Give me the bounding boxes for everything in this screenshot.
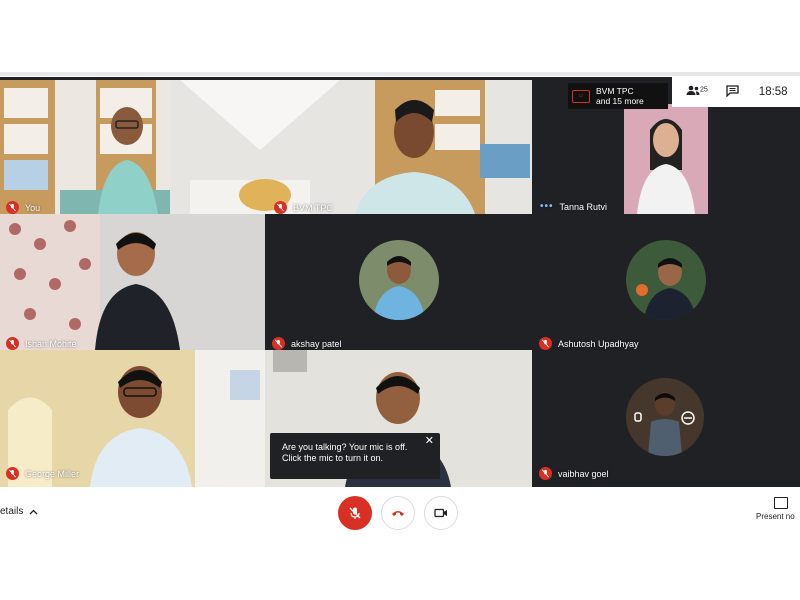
video-tile-ishan-mohite[interactable] — [0, 214, 265, 350]
video-tile-akshay-patel[interactable] — [265, 214, 532, 350]
video-feed — [0, 80, 170, 214]
mic-off-icon — [349, 507, 361, 519]
video-feed — [0, 214, 265, 350]
presenting-badge[interactable]: ▭ BVM TPC and 15 more — [568, 83, 668, 109]
chat-button[interactable] — [726, 84, 739, 100]
leave-call-button[interactable] — [381, 496, 415, 530]
participant-label: Ashutosh Upadhyay — [539, 337, 639, 350]
video-tile-you[interactable] — [0, 80, 170, 214]
mic-off-icon — [6, 337, 19, 350]
participant-label: vaibhav goel — [539, 467, 609, 480]
presenter-more: and 15 more — [596, 96, 644, 106]
details-label: etails — [0, 506, 24, 517]
mic-off-icon — [274, 201, 287, 214]
presenter-name: BVM TPC — [596, 86, 634, 96]
avatar — [359, 240, 439, 320]
participant-name: George Miller — [25, 468, 80, 479]
participant-label: George Miller — [6, 467, 79, 480]
clock: 18:58 — [758, 86, 788, 98]
video-tile-ashutosh-upadhyay[interactable] — [532, 214, 800, 350]
speaking-indicator-icon: ••• — [540, 201, 554, 212]
participant-name: Ishan Mohite — [25, 338, 77, 349]
participant-label: ••• Tanna Rutvi — [540, 201, 607, 212]
people-button[interactable]: 25 — [686, 85, 708, 99]
present-icon — [774, 497, 788, 509]
mic-off-icon — [272, 337, 285, 350]
participant-count: 25 — [700, 86, 708, 94]
participant-label: You — [6, 201, 40, 214]
hangup-icon — [392, 511, 404, 516]
control-bar: etails Present no — [0, 487, 800, 539]
chat-icon — [726, 84, 739, 98]
close-icon[interactable]: ✕ — [425, 436, 434, 447]
participant-label: akshay patel — [272, 337, 342, 350]
participant-name: Ashutosh Upadhyay — [558, 338, 639, 349]
participant-name: akshay patel — [291, 338, 342, 349]
tooltip-text: Are you talking? Your mic is off. Click … — [282, 442, 408, 463]
meet-window: You BVM TPC ••• Tanna Rutvi Ishan Mohite… — [0, 77, 800, 539]
presenting-icon: ▭ — [572, 89, 590, 103]
mic-toggle-button[interactable] — [338, 496, 372, 530]
video-grid: You BVM TPC ••• Tanna Rutvi Ishan Mohite… — [0, 77, 800, 487]
participant-name: Tanna Rutvi — [559, 201, 608, 212]
camera-icon — [434, 508, 447, 518]
mic-off-icon — [539, 337, 552, 350]
meeting-details-button[interactable]: etails — [0, 506, 38, 517]
participant-label: BVM TPC — [274, 201, 333, 214]
page-divider — [0, 72, 800, 76]
avatar — [626, 240, 706, 320]
avatar — [626, 378, 704, 456]
video-tile-bvm-tpc[interactable] — [170, 80, 532, 214]
chevron-up-icon — [29, 509, 38, 514]
participant-name: vaibhav goel — [558, 468, 609, 479]
video-feed — [170, 80, 532, 214]
participant-name: BVM TPC — [293, 202, 333, 213]
mic-off-icon — [539, 467, 552, 480]
camera-toggle-button[interactable] — [424, 496, 458, 530]
participant-name: You — [25, 202, 41, 213]
present-label: Present no — [756, 512, 795, 521]
mic-off-icon — [6, 467, 19, 480]
present-now-button[interactable]: Present no — [756, 497, 800, 521]
top-toolbar: 25 18:58 — [672, 77, 800, 107]
people-icon — [686, 85, 700, 95]
mic-off-tooltip: Are you talking? Your mic is off. Click … — [270, 433, 440, 479]
mic-off-icon — [6, 201, 19, 214]
participant-label: Ishan Mohite — [6, 337, 77, 350]
